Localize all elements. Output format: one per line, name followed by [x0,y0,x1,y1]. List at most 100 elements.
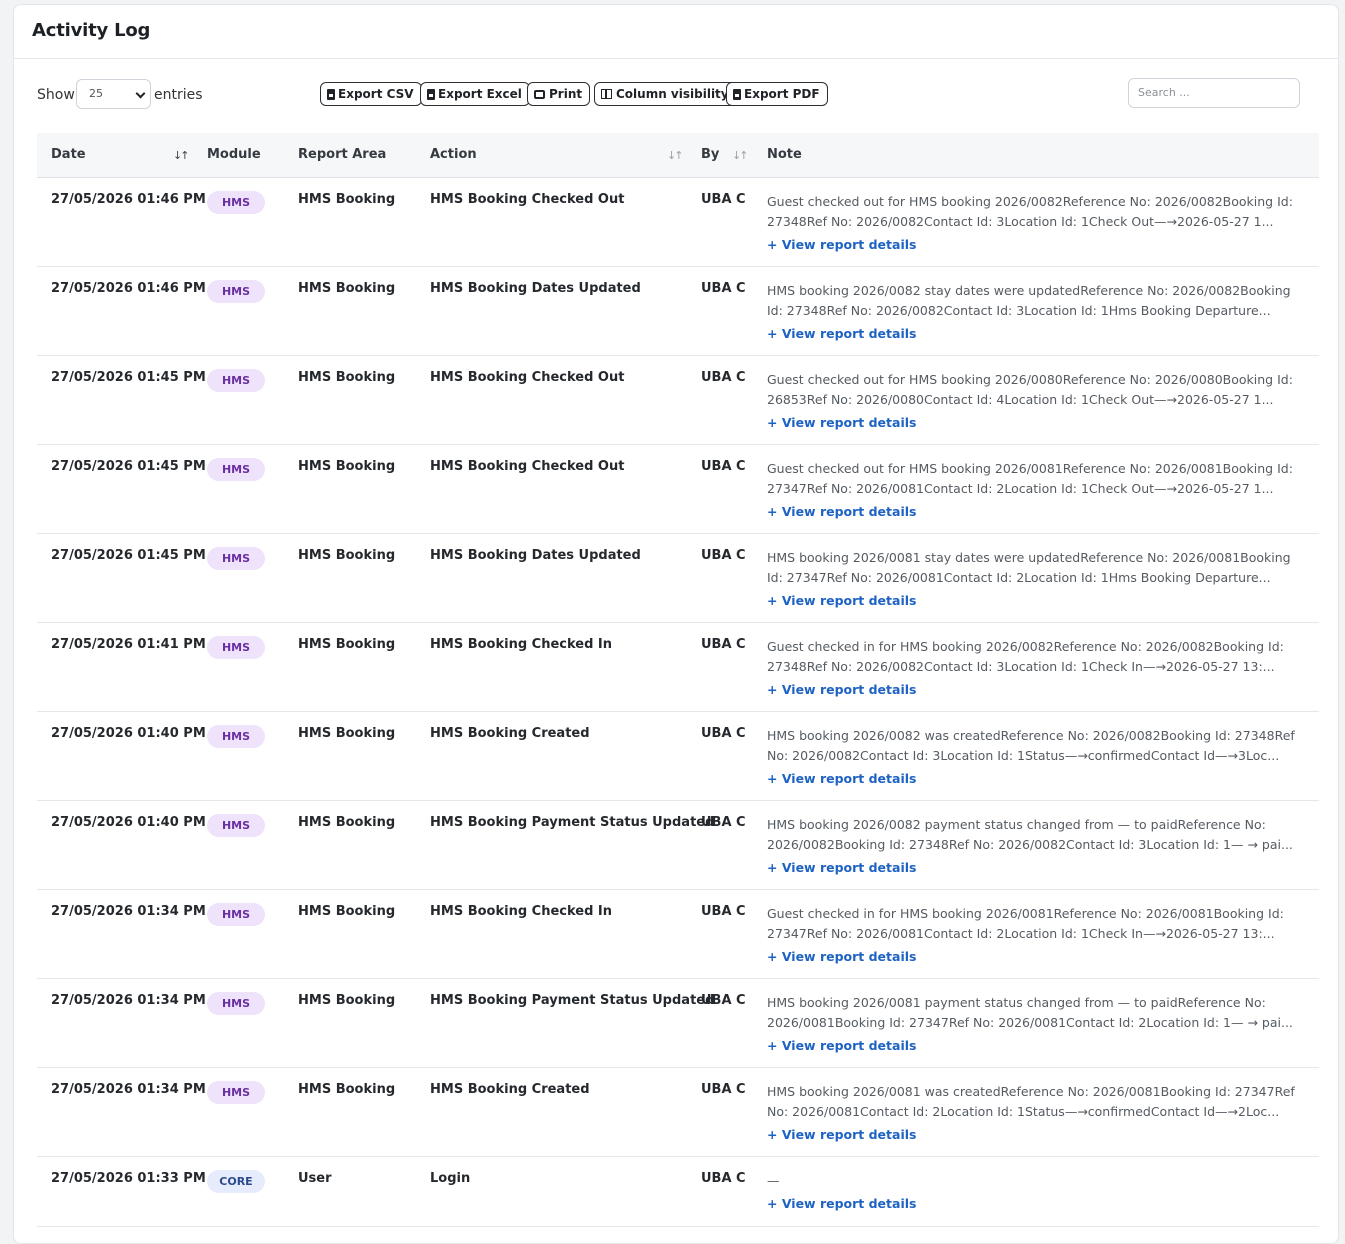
note-cell: HMS booking 2026/0081 was createdReferen… [767,1082,1297,1121]
note-cell: Guest checked out for HMS booking 2026/0… [767,459,1297,498]
card-header: Activity Log [14,5,1338,59]
view-report-details-link[interactable]: + View report details [767,1196,916,1211]
date-cell: 27/05/2026 01:34 PM [51,1082,206,1097]
note-text: Guest checked out for HMS booking 2026/0… [767,194,1293,229]
activity-log-card: Activity Log Show 25 entries Export CSV … [13,4,1339,1244]
note-text: HMS booking 2026/0082 was createdReferen… [767,728,1295,763]
note-cell: Guest checked in for HMS booking 2026/00… [767,637,1297,676]
module-badge: HMS [207,191,265,214]
note-text: Guest checked out for HMS booking 2026/0… [767,372,1293,407]
date-cell: 27/05/2026 01:46 PM [51,192,206,207]
report-area-cell: HMS Booking [298,1082,396,1097]
table-body: 27/05/2026 01:46 PM HMS HMS Booking HMS Boo… [37,178,1319,1227]
show-label: Show [37,87,75,103]
export-excel-button[interactable]: Export Excel [420,82,530,106]
table-header: Date ↓↑ Module Report Area Action ↓↑ By … [37,133,1319,178]
columns-icon [601,89,612,99]
export-pdf-button[interactable]: Export PDF [726,82,828,106]
action-cell: HMS Booking Checked In [430,637,613,652]
view-report-details-link[interactable]: + View report details [767,504,916,519]
view-report-details-link[interactable]: + View report details [767,326,916,341]
view-report-details-link[interactable]: + View report details [767,593,916,608]
sort-icon[interactable]: ↓↑ [667,149,684,162]
export-csv-label: Export CSV [338,87,414,101]
column-visibility-button[interactable]: Column visibility [594,82,737,106]
page-length-value: 25 [89,87,103,100]
date-cell: 27/05/2026 01:40 PM [51,815,206,830]
module-badge: HMS [207,725,265,748]
by-cell: UBA C [701,904,746,919]
note-cell: HMS booking 2026/0082 stay dates were up… [767,281,1297,320]
table-row: 27/05/2026 01:34 PM HMS HMS Booking HMS Boo… [37,890,1319,979]
note-text: Guest checked in for HMS booking 2026/00… [767,639,1284,674]
report-area-cell: User [298,1171,332,1186]
table-row: 27/05/2026 01:46 PM HMS HMS Booking HMS Boo… [37,267,1319,356]
view-report-details-link[interactable]: + View report details [767,682,916,697]
column-header-by[interactable]: By [701,147,719,162]
report-area-cell: HMS Booking [298,459,396,474]
sort-desc-icon[interactable]: ↓↑ [173,149,190,162]
table-row: 27/05/2026 01:45 PM HMS HMS Booking HMS Boo… [37,356,1319,445]
date-cell: 27/05/2026 01:34 PM [51,904,206,919]
action-cell: HMS Booking Dates Updated [430,548,641,563]
note-cell: HMS booking 2026/0081 stay dates were up… [767,548,1297,587]
export-csv-button[interactable]: Export CSV [320,82,422,106]
module-badge: HMS [207,814,265,837]
activity-table: Date ↓↑ Module Report Area Action ↓↑ By … [37,133,1319,1227]
table-row: 27/05/2026 01:45 PM HMS HMS Booking HMS Boo… [37,445,1319,534]
export-pdf-label: Export PDF [744,87,820,101]
column-header-action[interactable]: Action [430,147,477,162]
action-cell: HMS Booking Payment Status Updated [430,815,715,830]
view-report-details-link[interactable]: + View report details [767,1127,916,1142]
note-cell: HMS booking 2026/0081 payment status cha… [767,993,1297,1032]
table-row: 27/05/2026 01:40 PM HMS HMS Booking HMS Boo… [37,712,1319,801]
action-cell: HMS Booking Dates Updated [430,281,641,296]
view-report-details-link[interactable]: + View report details [767,860,916,875]
view-report-details-link[interactable]: + View report details [767,1038,916,1053]
module-badge: HMS [207,903,265,926]
module-badge: HMS [207,458,265,481]
action-cell: HMS Booking Payment Status Updated [430,993,715,1008]
by-cell: UBA C [701,815,746,830]
page-length-select[interactable]: 25 [76,79,151,109]
column-header-date[interactable]: Date [51,147,86,162]
view-report-details-link[interactable]: + View report details [767,771,916,786]
view-report-details-link[interactable]: + View report details [767,949,916,964]
note-cell: HMS booking 2026/0082 payment status cha… [767,815,1297,854]
table-row: 27/05/2026 01:33 PM CORE User Login UBA C — + … [37,1157,1319,1227]
note-text: Guest checked in for HMS booking 2026/00… [767,906,1284,941]
module-badge: HMS [207,636,265,659]
report-area-cell: HMS Booking [298,281,396,296]
date-cell: 27/05/2026 01:41 PM [51,637,206,652]
entries-label: entries [154,87,203,103]
table-row: 27/05/2026 01:45 PM HMS HMS Booking HMS Boo… [37,534,1319,623]
table-row: 27/05/2026 01:34 PM HMS HMS Booking HMS Boo… [37,1068,1319,1157]
report-area-cell: HMS Booking [298,993,396,1008]
view-report-details-link[interactable]: + View report details [767,415,916,430]
by-cell: UBA C [701,548,746,563]
by-cell: UBA C [701,459,746,474]
sort-icon[interactable]: ↓↑ [732,149,749,162]
date-cell: 27/05/2026 01:46 PM [51,281,206,296]
action-cell: HMS Booking Checked Out [430,192,625,207]
export-excel-label: Export Excel [438,87,522,101]
module-badge: HMS [207,547,265,570]
print-button[interactable]: Print [527,82,591,106]
table-row: 27/05/2026 01:34 PM HMS HMS Booking HMS Boo… [37,979,1319,1068]
action-cell: Login [430,1171,471,1186]
column-header-note: Note [767,147,802,162]
note-cell: Guest checked out for HMS booking 2026/0… [767,370,1297,409]
action-cell: HMS Booking Created [430,1082,590,1097]
page-title: Activity Log [32,20,151,41]
search-placeholder: Search ... [1138,86,1190,99]
chevron-down-icon [135,88,146,99]
search-input[interactable]: Search ... [1128,78,1300,108]
action-cell: HMS Booking Checked In [430,904,613,919]
column-header-module: Module [207,147,261,162]
action-cell: HMS Booking Checked Out [430,459,625,474]
module-badge: HMS [207,992,265,1015]
table-toolbar: Show 25 entries Export CSV Export Excel … [14,59,1338,133]
view-report-details-link[interactable]: + View report details [767,237,916,252]
note-text: HMS booking 2026/0081 was createdReferen… [767,1084,1295,1119]
module-badge: CORE [207,1170,265,1193]
